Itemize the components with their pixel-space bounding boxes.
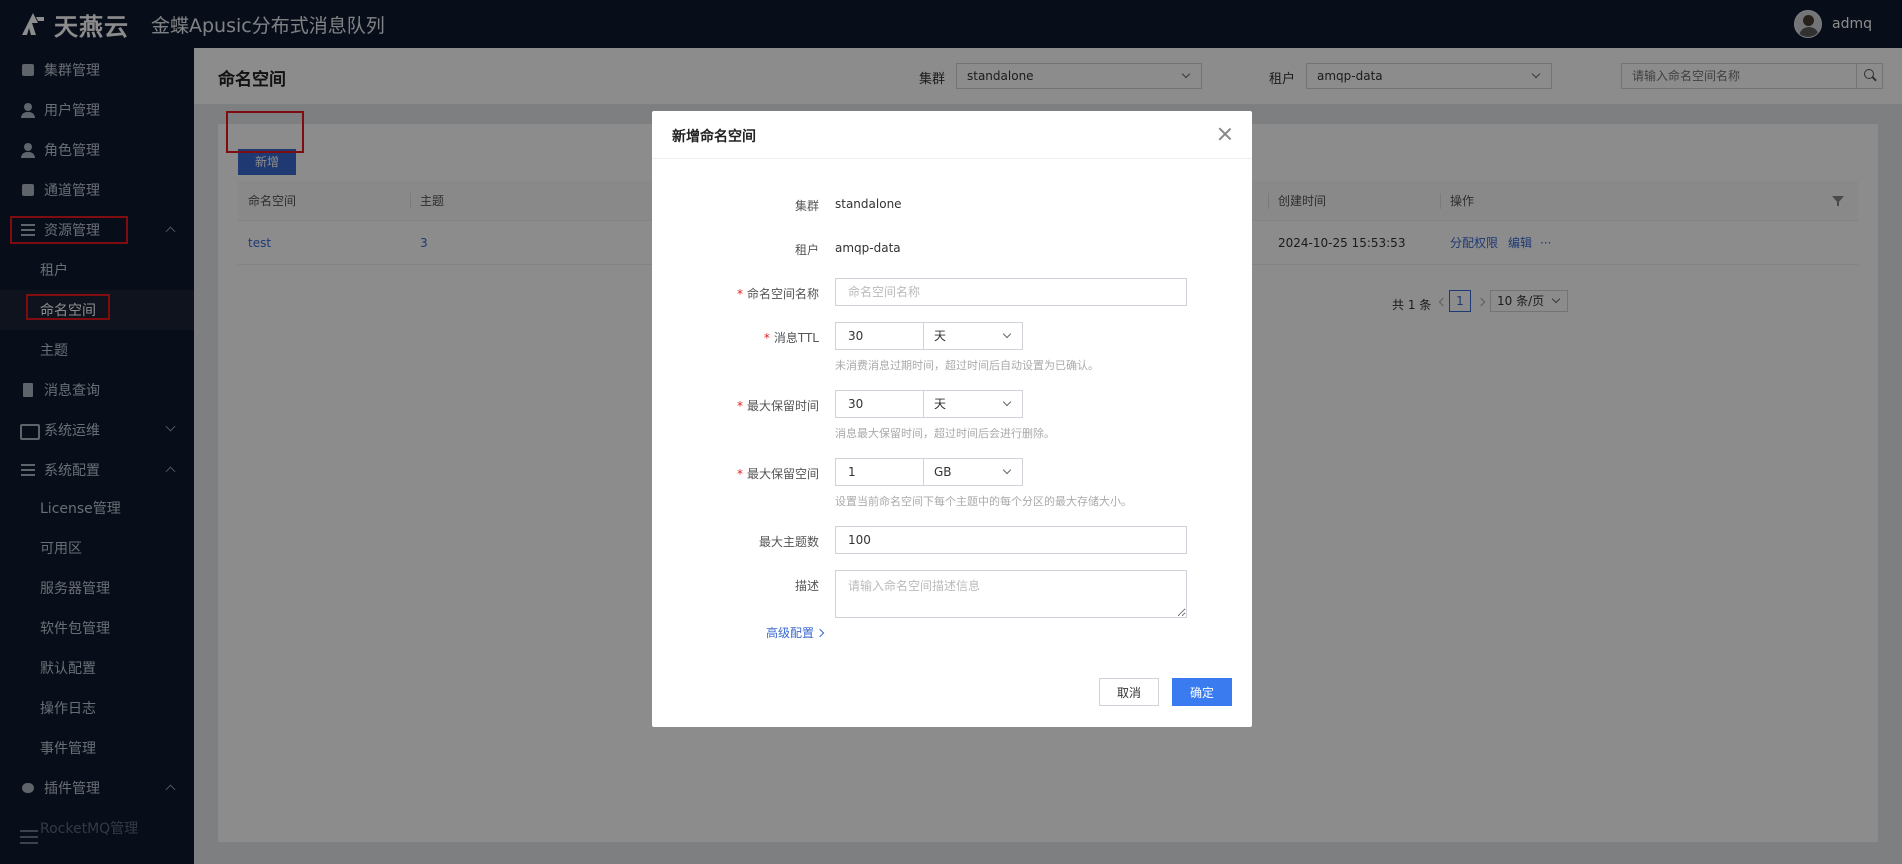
retention-size-input[interactable]: [835, 458, 925, 486]
confirm-button[interactable]: 确定: [1172, 678, 1232, 706]
retention-size-hint: 设置当前命名空间下每个主题中的每个分区的最大存储大小。: [835, 495, 1132, 508]
retention-size-unit-select[interactable]: GB: [923, 458, 1023, 486]
ttl-input[interactable]: [835, 322, 925, 350]
close-icon[interactable]: [1218, 127, 1232, 141]
chevron-down-icon: [1002, 397, 1012, 407]
retention-size-label-text: 最大保留空间: [746, 467, 819, 481]
cluster-label: 集群: [794, 199, 819, 213]
retention-time-unit-value: 天: [934, 397, 947, 411]
add-namespace-dialog: 新增命名空间 集群 standalone 租户 amqp-data * 命名空间名…: [652, 111, 1252, 727]
ttl-label: * 消息TTL: [764, 329, 819, 346]
cluster-value: standalone: [835, 197, 902, 211]
chevron-down-icon: [1002, 465, 1012, 475]
ttl-unit-select[interactable]: 天: [923, 322, 1023, 350]
chevron-down-icon: [1002, 329, 1012, 339]
description-label: 描述: [794, 579, 819, 593]
retention-time-hint: 消息最大保留时间，超过时间后会进行删除。: [835, 427, 1055, 440]
retention-size-unit-value: GB: [934, 465, 952, 479]
max-topics-input[interactable]: [835, 526, 1187, 554]
retention-size-label: * 最大保留空间: [737, 465, 819, 482]
tenant-label: 租户: [794, 243, 819, 257]
required-mark: *: [736, 287, 743, 301]
ttl-label-text: 消息TTL: [773, 331, 819, 345]
required-mark: *: [736, 467, 743, 481]
required-mark: *: [736, 399, 743, 413]
ttl-hint: 未消费消息过期时间，超过时间后自动设置为已确认。: [835, 359, 1099, 372]
required-mark: *: [763, 331, 770, 345]
namespace-name-label: * 命名空间名称: [737, 285, 819, 302]
namespace-name-label-text: 命名空间名称: [746, 287, 819, 301]
cancel-button[interactable]: 取消: [1099, 678, 1159, 706]
description-textarea[interactable]: [835, 570, 1187, 618]
retention-time-unit-select[interactable]: 天: [923, 390, 1023, 418]
retention-time-input[interactable]: [835, 390, 925, 418]
max-topics-label: 最大主题数: [758, 535, 819, 549]
tenant-value: amqp-data: [835, 241, 901, 255]
advanced-config-link[interactable]: 高级配置: [766, 624, 825, 641]
ttl-unit-value: 天: [934, 329, 947, 343]
advanced-config-label: 高级配置: [766, 626, 815, 640]
retention-time-label: * 最大保留时间: [737, 397, 819, 414]
chevron-right-icon: [815, 628, 825, 638]
retention-time-label-text: 最大保留时间: [746, 399, 819, 413]
namespace-name-input[interactable]: [835, 278, 1187, 306]
dialog-title: 新增命名空间: [672, 129, 756, 145]
dialog-header: 新增命名空间: [652, 111, 1252, 159]
